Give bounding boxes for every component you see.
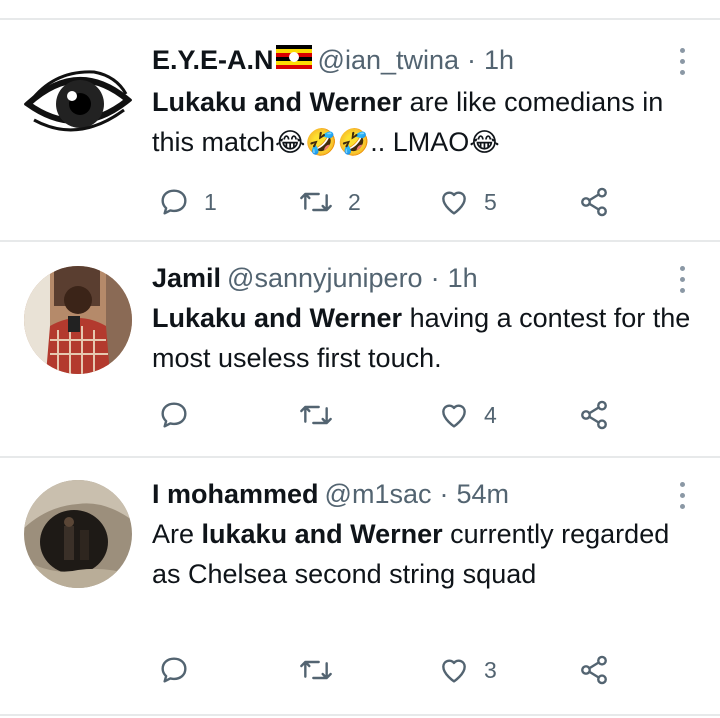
tweet-text-part: .. LMAO — [370, 127, 470, 157]
divider — [0, 456, 720, 458]
reply-count: 1 — [204, 188, 217, 215]
divider — [0, 240, 720, 242]
tweet-actions: 1 2 5 — [152, 182, 632, 222]
user-handle[interactable]: @m1sac — [325, 479, 432, 510]
tweet-header: E.Y.E-A.N @ian_twina · 1h — [152, 42, 514, 78]
reply-button[interactable] — [158, 395, 204, 435]
like-count: 3 — [484, 656, 497, 683]
speech-bubble-icon — [161, 189, 187, 215]
tweet-feed: E.Y.E-A.N @ian_twina · 1h Lukaku and Wer… — [0, 0, 720, 718]
timestamp[interactable]: 1h — [448, 263, 478, 294]
tweet-header: I mohammed @m1sac · 54m — [152, 476, 509, 512]
like-button[interactable]: 3 — [438, 650, 497, 690]
tweet-actions: 4 — [152, 395, 632, 435]
emoji-group: 😂🤣🤣 — [275, 127, 371, 157]
timestamp[interactable]: 54m — [456, 479, 509, 510]
tweet-text: Are lukaku and Werner currently regarded… — [152, 514, 692, 594]
retweet-button[interactable] — [298, 395, 348, 435]
more-options-icon[interactable] — [676, 48, 688, 78]
timestamp[interactable]: 1h — [484, 45, 514, 76]
like-button[interactable]: 5 — [438, 182, 497, 222]
eye-avatar-image — [24, 48, 132, 156]
retweet-button[interactable] — [298, 650, 348, 690]
reply-button[interactable] — [158, 650, 204, 690]
tweet-text-bold: Lukaku and Werner — [152, 303, 403, 333]
tweet-item[interactable]: I mohammed @m1sac · 54m Are lukaku and W… — [0, 476, 720, 716]
separator-dot: · — [439, 478, 449, 509]
display-name[interactable]: Jamil — [152, 263, 221, 294]
avatar[interactable] — [24, 480, 132, 588]
share-button[interactable] — [578, 395, 610, 435]
like-button[interactable]: 4 — [438, 395, 497, 435]
tweet-text-part: Are — [152, 519, 202, 549]
uganda-flag-icon — [275, 44, 312, 76]
tweet-actions: 3 — [152, 650, 632, 690]
retweet-count: 2 — [348, 188, 361, 215]
cave-photo-image — [24, 480, 132, 588]
heart-icon — [442, 659, 466, 683]
display-name[interactable]: E.Y.E-A.N — [152, 45, 274, 76]
tweet-text-bold: Lukaku and Werner — [152, 87, 403, 117]
avatar[interactable] — [24, 266, 132, 374]
heart-icon — [442, 191, 466, 215]
separator-dot: · — [467, 44, 477, 75]
reply-button[interactable]: 1 — [158, 182, 217, 222]
tweet-text: Lukaku and Werner having a contest for t… — [152, 298, 692, 378]
tweet-item[interactable]: Jamil @sannyjunipero · 1h Lukaku and Wer… — [0, 260, 720, 456]
user-handle[interactable]: @sannyjunipero — [227, 263, 423, 294]
display-name[interactable]: I mohammed — [152, 479, 319, 510]
speech-bubble-icon — [161, 657, 187, 683]
share-button[interactable] — [578, 182, 610, 222]
divider — [0, 714, 720, 716]
share-button[interactable] — [578, 650, 610, 690]
tweet-item[interactable]: E.Y.E-A.N @ian_twina · 1h Lukaku and Wer… — [0, 42, 720, 242]
like-count: 5 — [484, 188, 497, 215]
divider — [0, 18, 720, 20]
retweet-arrows-icon — [300, 660, 332, 680]
retweet-arrows-icon — [300, 192, 332, 212]
share-nodes-icon — [581, 400, 607, 430]
separator-dot: · — [430, 262, 440, 293]
tweet-text-bold: lukaku and Werner — [201, 519, 443, 549]
profile-photo-image — [24, 266, 132, 374]
retweet-arrows-icon — [300, 405, 332, 425]
more-options-icon[interactable] — [676, 266, 688, 296]
heart-icon — [442, 404, 466, 428]
tweet-text: Lukaku and Werner are like comedians in … — [152, 82, 692, 162]
like-count: 4 — [484, 401, 497, 428]
emoji-laugh: 😂 — [469, 127, 500, 157]
retweet-button[interactable]: 2 — [298, 182, 361, 222]
user-handle[interactable]: @ian_twina — [318, 45, 460, 76]
share-nodes-icon — [581, 655, 607, 685]
tweet-header: Jamil @sannyjunipero · 1h — [152, 260, 478, 296]
more-options-icon[interactable] — [676, 482, 688, 512]
avatar[interactable] — [24, 48, 132, 156]
share-nodes-icon — [581, 187, 607, 217]
speech-bubble-icon — [161, 402, 187, 428]
